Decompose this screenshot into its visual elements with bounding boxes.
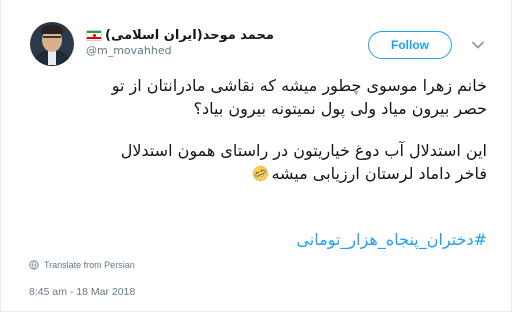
tweet-timestamp[interactable]: 8:45 am - 18 Mar 2018: [29, 286, 135, 298]
tweet-text-line-with-emoji: فاخر داماد لرستان ارزیابی میشه: [27, 162, 487, 185]
author-name-row[interactable]: محمد موحد(ایران اسلامی): [86, 26, 274, 44]
avatar-shirt: [48, 51, 56, 65]
translate-label[interactable]: Translate from Persian: [44, 260, 135, 270]
tweet-text-line: فاخر داماد لرستان ارزیابی میشه: [271, 164, 487, 183]
translate-link[interactable]: Translate from Persian: [29, 260, 135, 270]
tweet-text-line: حصر بیرون میاد ولی پول نمیتونه بیرون بیا…: [193, 99, 487, 118]
tweet-text-line: این استدلال آب دوغ خیاریتون در راستای هم…: [120, 141, 487, 160]
tweet-text-line: خانم زهرا موسوی چطور میشه که نقاشی مادرا…: [111, 76, 487, 95]
tweet-text: خانم زهرا موسوی چطور میشه که نقاشی مادرا…: [27, 74, 487, 185]
rolling-on-floor-laughing-icon: [253, 166, 269, 181]
author-handle[interactable]: @m_movahhed: [86, 44, 172, 57]
iran-flag-icon: [86, 29, 102, 41]
avatar-glasses: [43, 36, 61, 42]
follow-button[interactable]: Follow: [368, 31, 452, 59]
avatar[interactable]: [30, 22, 74, 66]
globe-icon: [29, 260, 39, 270]
chevron-down-icon[interactable]: [471, 38, 485, 52]
author-display-name[interactable]: محمد موحد(ایران اسلامی): [105, 28, 274, 43]
tweet-card: محمد موحد(ایران اسلامی) @m_movahhed Foll…: [0, 0, 512, 312]
hashtag-link[interactable]: #دختران_پنجاه_هزار_تومانی: [27, 230, 487, 249]
avatar-hair: [41, 25, 63, 34]
